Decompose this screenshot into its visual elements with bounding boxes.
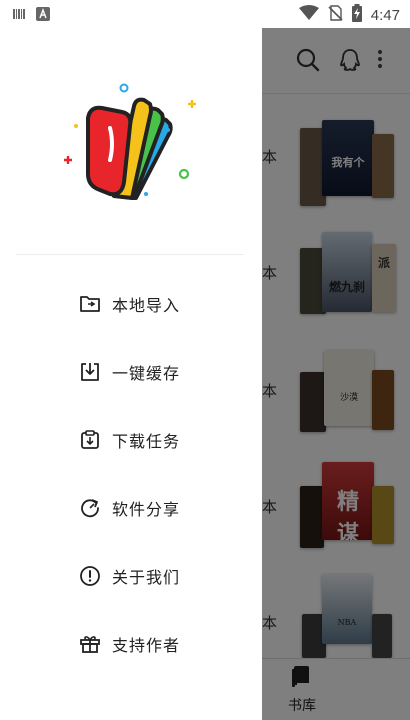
download-box-icon [78,360,102,384]
menu-label: 关于我们 [112,568,181,587]
menu-label: 软件分享 [112,500,181,519]
status-bar: 4:47 [0,0,410,28]
colorful-books-logo [58,78,198,208]
barcode-icon [12,6,26,25]
info-exclamation-icon [78,564,102,588]
battery-charging-icon [351,4,363,26]
navigation-drawer: 本地导入 一键缓存 下载任务 软件分享 关于我们 支持作者 [0,28,262,720]
menu-label: 下载任务 [112,432,181,451]
no-sim-icon [327,5,343,25]
menu-local-import[interactable]: 本地导入 [78,284,180,324]
clock: 4:47 [370,6,400,24]
menu-support-author[interactable]: 支持作者 [78,624,180,664]
font-a-icon [36,6,50,25]
download-clipboard-icon [78,428,102,452]
menu-download-tasks[interactable]: 下载任务 [78,420,180,460]
drawer-divider [16,254,244,255]
menu-label: 支持作者 [112,636,181,655]
folder-import-icon [78,292,102,316]
share-refresh-icon [78,496,102,520]
gift-icon [78,632,102,656]
menu-share-app[interactable]: 软件分享 [78,488,180,528]
wifi-icon [298,5,319,25]
menu-label: 一键缓存 [112,364,181,383]
menu-about-us[interactable]: 关于我们 [78,556,180,596]
menu-one-click-cache[interactable]: 一键缓存 [78,352,180,392]
menu-label: 本地导入 [112,296,181,315]
